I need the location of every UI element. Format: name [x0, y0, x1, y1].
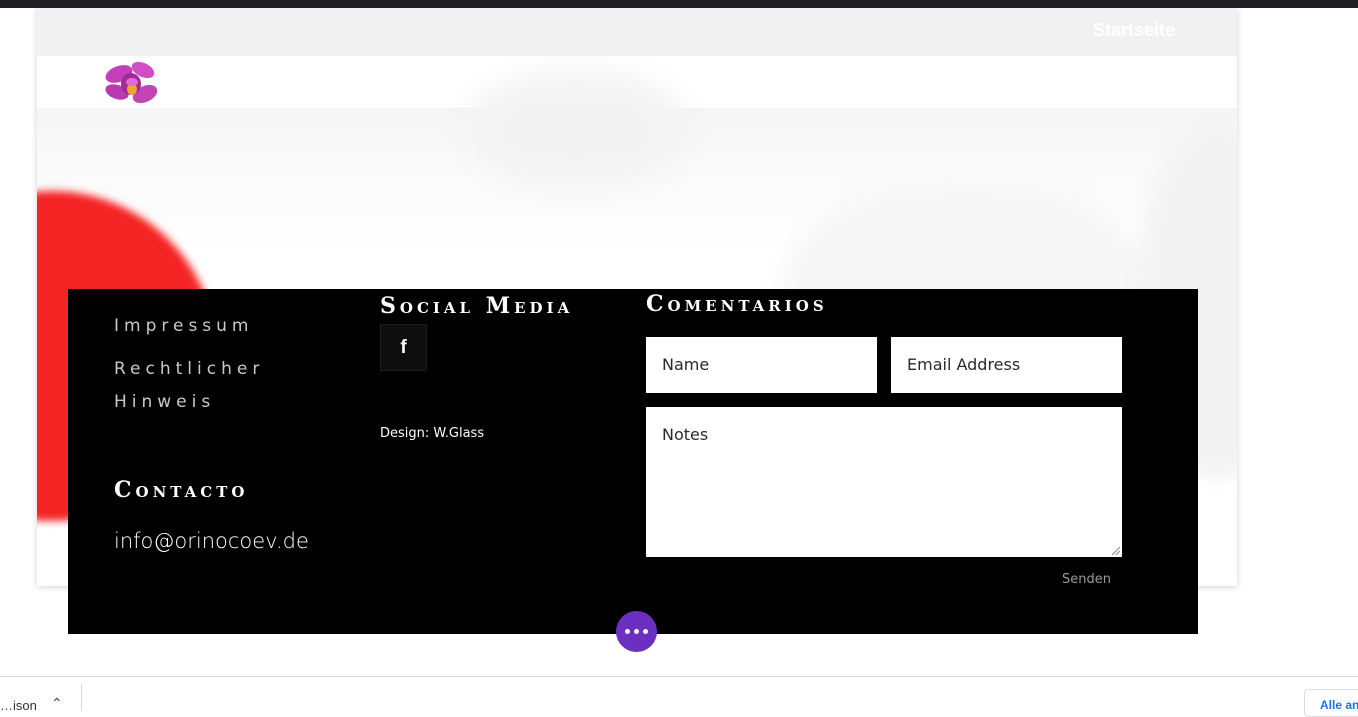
site-header: Startseite	[37, 8, 1237, 56]
notes-placeholder: Notes	[662, 425, 709, 444]
social-media-heading: Social Media	[380, 293, 574, 319]
rechtlicher-hinweis-link[interactable]: Rechtlicher	[114, 359, 264, 379]
site-footer: Impressum Rechtlicher Hinweis Contacto i…	[68, 289, 1198, 634]
more-options-button[interactable]	[616, 611, 657, 652]
download-item-name[interactable]: …ison	[0, 698, 37, 713]
divider	[81, 683, 82, 711]
chevron-up-icon[interactable]: ⌃	[51, 695, 63, 712]
rechtlicher-hinweis-link-line2[interactable]: Hinweis	[114, 392, 215, 412]
send-button[interactable]: Senden	[1062, 572, 1111, 587]
comments-heading: Comentarios	[646, 291, 828, 317]
contact-heading: Contacto	[114, 477, 249, 503]
notes-textarea[interactable]: Notes	[646, 407, 1122, 557]
orchid-logo-icon[interactable]	[99, 56, 165, 110]
name-field[interactable]: Name	[646, 337, 877, 393]
facebook-icon: f	[400, 336, 407, 358]
show-all-downloads-button[interactable]: Alle an	[1304, 689, 1358, 717]
facebook-button[interactable]: f	[380, 324, 427, 371]
downloads-bar: …ison ⌃ Alle an	[0, 676, 1358, 717]
browser-top-strip	[0, 0, 1358, 8]
hero-blob	[467, 69, 687, 189]
more-dots-icon	[643, 629, 648, 634]
design-credit: Design: W.Glass	[380, 426, 485, 441]
contact-email-link[interactable]: info@orinocoev.de	[114, 529, 309, 553]
email-placeholder: Email Address	[907, 355, 1021, 374]
resize-grip-icon[interactable]	[1112, 547, 1120, 555]
email-field[interactable]: Email Address	[891, 337, 1122, 393]
more-dots-icon	[625, 629, 630, 634]
more-dots-icon	[634, 629, 639, 634]
nav-startseite-link[interactable]: Startseite	[1093, 20, 1175, 41]
impressum-link[interactable]: Impressum	[114, 316, 254, 336]
name-placeholder: Name	[662, 355, 710, 374]
